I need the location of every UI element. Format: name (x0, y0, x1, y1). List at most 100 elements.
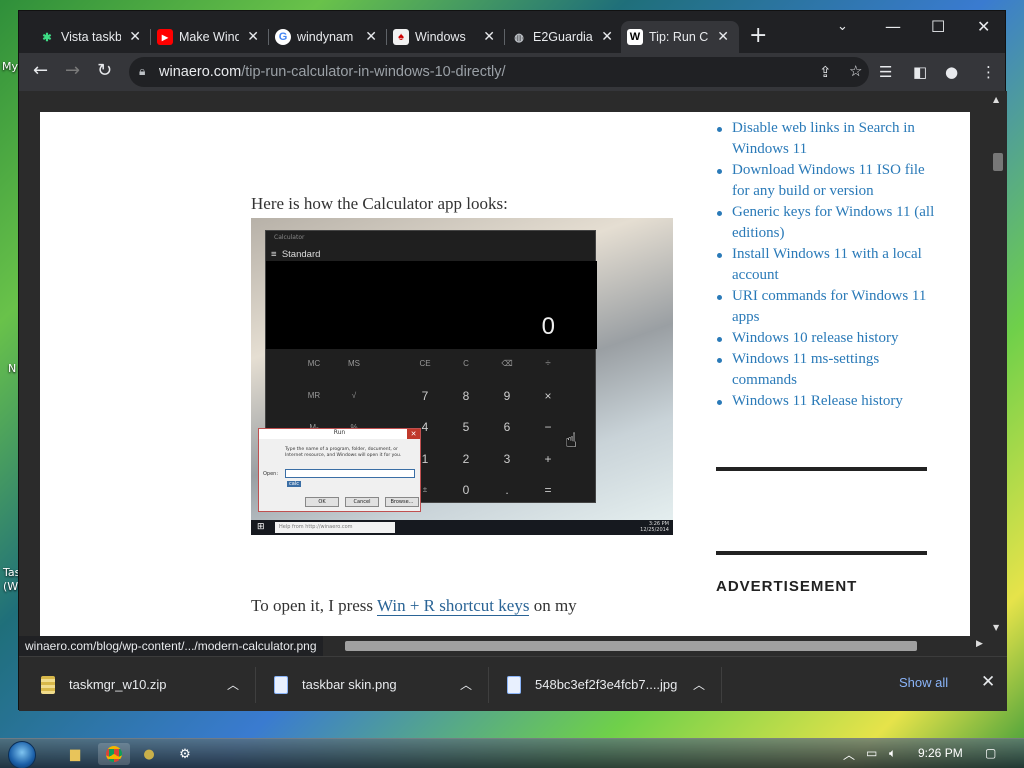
show-all-downloads-link[interactable]: Show all (899, 675, 948, 690)
browser-window: ✱ Vista taskb ✕ ▶ Make Wind ✕ G windynam… (18, 10, 1007, 711)
app-icon[interactable]: ● (136, 743, 162, 765)
embedded-search-box: Help from http://winaero.com (275, 522, 395, 533)
calc-key: − (544, 420, 552, 434)
close-tab-icon[interactable]: ✕ (483, 28, 495, 45)
web-page: Here is how the Calculator app looks: Ca… (40, 112, 970, 636)
run-dialog-title: Run (259, 429, 420, 439)
chrome-icon[interactable] (98, 743, 130, 765)
profile-avatar-icon[interactable]: ● (945, 63, 958, 81)
close-tab-icon[interactable]: ✕ (129, 28, 141, 45)
download-filename: taskbar skin.png (302, 677, 397, 692)
hand-cursor-icon: ☝ (565, 428, 578, 452)
vertical-scrollbar[interactable]: ▲ ▼ (989, 91, 1007, 636)
tab-title: Make Wind (179, 30, 239, 44)
network-icon[interactable]: ▭ (866, 746, 877, 760)
download-item[interactable]: 548bc3ef2f3e4fcb7....jpg ︿ (507, 657, 725, 712)
close-window-button[interactable]: ✕ (977, 17, 990, 36)
close-tab-icon[interactable]: ✕ (717, 28, 729, 45)
tab-title: Tip: Run C (649, 30, 709, 44)
article-intro-text: Here is how the Calculator app looks: (251, 194, 508, 213)
embedded-date: 12/25/2014 (640, 527, 669, 533)
horizontal-scrollbar-thumb[interactable] (345, 641, 917, 651)
sidebar-link[interactable]: URI commands for Windows 11 apps (716, 286, 941, 328)
new-tab-button[interactable]: + (749, 25, 767, 47)
taskbar-clock[interactable]: 9:26 PM (918, 746, 963, 760)
explorer-folder-icon[interactable]: ▆ (62, 743, 88, 765)
volume-icon[interactable]: 🔈︎ (889, 746, 896, 761)
tab-windows[interactable]: ♠ Windows ✕ (387, 21, 505, 53)
calc-key: MS (348, 359, 360, 368)
action-center-icon[interactable]: ▢ (985, 746, 996, 760)
back-button[interactable]: ← (33, 61, 48, 81)
minimize-button[interactable]: — (885, 17, 901, 36)
advertisement-heading: ADVERTISEMENT (716, 578, 858, 595)
tab-strip: ✱ Vista taskb ✕ ▶ Make Wind ✕ G windynam… (19, 11, 1005, 53)
sidebar-link[interactable]: Windows 10 release history (716, 328, 941, 349)
download-filename: taskmgr_w10.zip (69, 677, 167, 692)
windows-logo-icon: ⊞ (257, 522, 265, 532)
settings-gear-icon[interactable]: ⚙ (172, 743, 198, 765)
calc-key: C (463, 359, 469, 368)
url-path: /tip-run-calculator-in-windows-10-direct… (241, 64, 506, 80)
lock-icon[interactable]: 🔒︎ (139, 64, 145, 79)
download-item[interactable]: taskmgr_w10.zip ︿ (41, 657, 259, 712)
run-browse-button: Browse... (385, 497, 419, 507)
sidebar-link[interactable]: Windows 11 Release history (716, 391, 941, 412)
address-bar[interactable]: 🔒︎ winaero.com/tip-run-calculator-in-win… (129, 57, 869, 87)
chevron-up-icon[interactable]: ︿ (693, 676, 705, 693)
share-icon[interactable]: ⇪ (819, 63, 832, 81)
calc-key: 3 (503, 452, 511, 466)
close-tab-icon[interactable]: ✕ (601, 28, 613, 45)
calc-key: × (544, 389, 552, 403)
run-cancel-button: Cancel (345, 497, 379, 507)
side-panel-icon[interactable]: ◧ (913, 63, 927, 81)
close-download-shelf-button[interactable]: ✕ (981, 672, 995, 692)
sidebar-link-list: Disable web links in Search in Windows 1… (716, 118, 941, 412)
scroll-right-icon[interactable]: ▶ (976, 639, 983, 649)
sidebar-link[interactable]: Windows 11 ms-settings commands (716, 349, 941, 391)
close-tab-icon[interactable]: ✕ (247, 28, 259, 45)
scroll-up-icon[interactable]: ▲ (993, 95, 999, 104)
reload-button[interactable]: ↻ (97, 61, 112, 81)
calculator-mode-text: Standard (281, 249, 321, 260)
tab-make-windows[interactable]: ▶ Make Wind ✕ (151, 21, 269, 53)
windows-favicon-icon: ♠ (393, 29, 409, 45)
desktop-icon-label-w[interactable]: (W (3, 580, 18, 593)
globe-favicon-icon: ◍ (514, 31, 524, 44)
maximize-button[interactable]: ☐ (931, 17, 945, 36)
tab-windynam[interactable]: G windynam ✕ (269, 21, 387, 53)
forward-button[interactable]: → (65, 61, 80, 81)
run-dialog-input-value: calc (287, 481, 301, 487)
sidebar-link[interactable]: Disable web links in Search in Windows 1… (716, 118, 941, 160)
tab-vista-taskbar[interactable]: ✱ Vista taskb ✕ (33, 21, 151, 53)
scrollbar-thumb[interactable] (993, 153, 1003, 171)
start-button[interactable] (8, 741, 36, 768)
download-divider (255, 667, 256, 703)
bookmark-star-icon[interactable]: ☆ (849, 62, 862, 80)
google-favicon-icon: G (275, 29, 291, 45)
reading-list-icon[interactable]: ☰ (879, 63, 892, 81)
chevron-up-icon[interactable]: ︿ (460, 676, 472, 693)
desktop-icon-label-n[interactable]: N (8, 362, 16, 375)
download-shelf: taskmgr_w10.zip ︿ taskbar skin.png ︿ 548… (19, 656, 1007, 711)
sidebar-link[interactable]: Download Windows 11 ISO file for any bui… (716, 160, 941, 202)
desktop-icon-label-my[interactable]: My (2, 60, 18, 73)
sidebar-divider (716, 467, 927, 471)
close-tab-icon[interactable]: ✕ (365, 28, 377, 45)
download-item[interactable]: taskbar skin.png ︿ (274, 657, 492, 712)
scroll-down-icon[interactable]: ▼ (993, 623, 999, 632)
calculator-screenshot-image[interactable]: Calculator ≡ Standard 0 MC MS CE C ⌫ ÷ M… (251, 218, 673, 535)
body-text-before: To open it, I press (251, 596, 377, 615)
chevron-up-icon[interactable]: ︿ (227, 676, 239, 693)
tab-search-chevron-icon[interactable]: ⌄ (837, 19, 848, 34)
menu-kebab-icon[interactable]: ⋮ (981, 63, 996, 81)
calc-key: √ (351, 391, 357, 400)
tab-tip-run-calculator[interactable]: W Tip: Run C ✕ (621, 21, 739, 53)
calculator-titlebar: Calculator (274, 234, 305, 241)
sidebar-link[interactable]: Install Windows 11 with a local account (716, 244, 941, 286)
sidebar-link[interactable]: Generic keys for Windows 11 (all edition… (716, 202, 941, 244)
tab-e2guardian[interactable]: ◍ E2Guardia ✕ (505, 21, 623, 53)
show-hidden-icons-chevron-icon[interactable]: ︿ (843, 746, 855, 763)
close-icon: ✕ (407, 429, 420, 439)
win-r-shortcut-link[interactable]: Win + R shortcut keys (376, 596, 530, 616)
